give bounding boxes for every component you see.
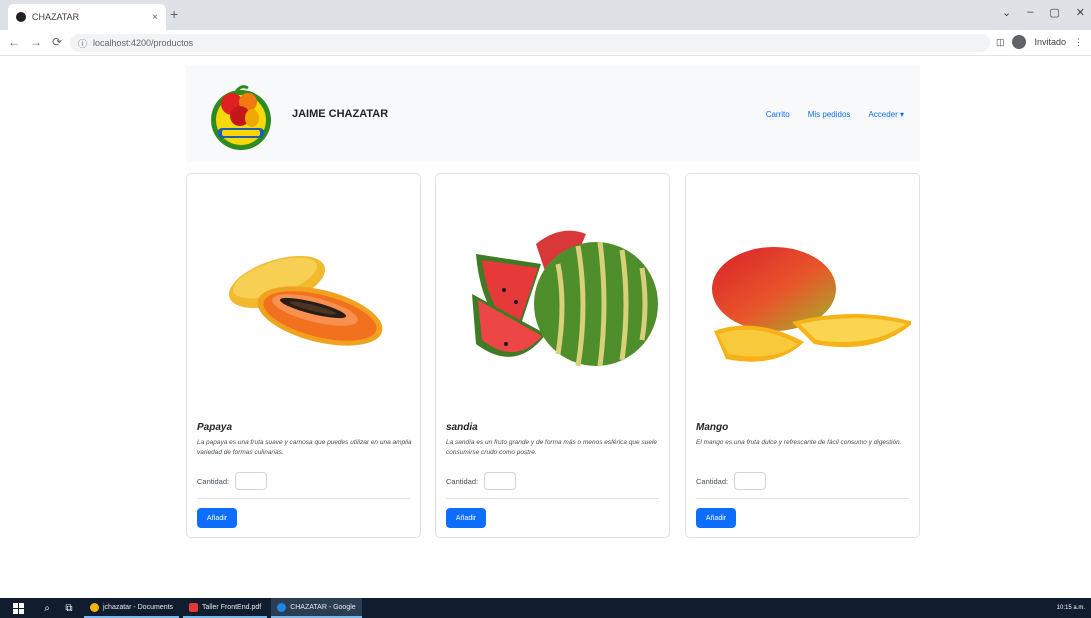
fruits-logo[interactable] [198, 71, 284, 157]
taskbar-app-label: jchazatar - Documents [103, 603, 174, 611]
taskbar-app-label: Taller FrontEnd.pdf [202, 603, 262, 611]
favicon-icon [16, 12, 26, 22]
address-bar-row: ← → ⟳ ⓘ localhost:4200/productos ◫ Invit… [0, 30, 1091, 56]
quantity-input[interactable] [734, 472, 767, 490]
nav-login-dropdown[interactable]: Acceder ▾ [868, 110, 904, 119]
close-window-icon[interactable]: ✕ [1076, 6, 1085, 19]
product-card-papaya: Papaya La papaya es una fruta suave y ca… [186, 173, 421, 538]
product-card-mango: Mango El mango es una fruta dulce y refr… [685, 173, 920, 538]
taskbar-app-pdf[interactable]: Taller FrontEnd.pdf [183, 598, 268, 618]
nav-buttons: ← → ⟳ [8, 35, 62, 49]
quantity-label: Cantidad: [446, 476, 479, 486]
browser-tab-bar: CHAZATAR × + ⌄ – ▢ ✕ [0, 0, 1091, 30]
add-to-cart-button[interactable]: Añadir [696, 508, 736, 528]
mango-image [712, 247, 911, 362]
watermelon-image [472, 230, 658, 367]
quantity-row: Cantidad: [446, 472, 517, 490]
forward-icon[interactable]: → [30, 35, 42, 49]
browser-toolbar-right: ◫ Invitado ⋮ [996, 35, 1083, 49]
taskbar-app-label: CHAZATAR - Google [290, 603, 356, 611]
quantity-row: Cantidad: [696, 472, 767, 490]
nav-links: Carrito Mis pedidos Acceder ▾ [766, 110, 904, 119]
product-name: Mango [696, 422, 729, 433]
card-divider [446, 498, 659, 499]
quantity-label: Cantidad: [197, 476, 230, 486]
minimize-icon[interactable]: – [1027, 6, 1033, 19]
url-text: localhost:4200/productos [93, 38, 194, 48]
taskbar-search-icon[interactable]: ⌕ [36, 603, 58, 614]
new-tab-button[interactable]: + [170, 6, 178, 22]
quantity-row: Cantidad: [197, 472, 268, 490]
window-controls: ⌄ – ▢ ✕ [1002, 6, 1085, 19]
quantity-input[interactable] [484, 472, 517, 490]
product-name: Papaya [197, 422, 233, 433]
sidepanel-icon[interactable]: ◫ [996, 37, 1005, 48]
browser-tab[interactable]: CHAZATAR × [8, 4, 166, 30]
windows-taskbar: ⌕ ⧉ jchazatar - Documents Taller FrontEn… [0, 598, 1091, 618]
url-input[interactable]: ⓘ localhost:4200/productos [70, 34, 990, 52]
product-description: El mango es una fruta dulce y refrescant… [696, 439, 902, 446]
chrome-icon [277, 602, 287, 612]
task-view-icon[interactable]: ⧉ [58, 603, 80, 614]
site-info-icon[interactable]: ⓘ [78, 37, 87, 50]
quantity-label: Cantidad: [696, 476, 729, 486]
tab-title: CHAZATAR [32, 12, 80, 22]
reload-icon[interactable]: ⟳ [52, 35, 62, 49]
maximize-icon[interactable]: ▢ [1049, 6, 1059, 19]
add-to-cart-button[interactable]: Añadir [446, 508, 486, 528]
product-description: La papaya es una fruta suave y carnosa q… [197, 439, 412, 456]
nav-orders-link[interactable]: Mis pedidos [808, 110, 851, 119]
taskbar-clock[interactable]: 10:15 a.m. [1057, 605, 1085, 612]
profile-label[interactable]: Invitado [1034, 37, 1066, 47]
start-button[interactable] [0, 602, 36, 614]
pdf-icon [189, 602, 199, 612]
quantity-input[interactable] [235, 472, 268, 490]
taskbar-app-chrome[interactable]: CHAZATAR - Google [271, 598, 362, 618]
tab-search-icon[interactable]: ⌄ [1002, 6, 1011, 19]
browser-menu-icon[interactable]: ⋮ [1074, 37, 1083, 48]
site-navbar: JAIME CHAZATAR Carrito Mis pedidos Acced… [186, 66, 920, 162]
brand-name[interactable]: JAIME CHAZATAR [292, 108, 388, 120]
taskbar-app-documents[interactable]: jchazatar - Documents [84, 598, 180, 618]
papaya-image [228, 255, 383, 346]
card-divider [197, 498, 410, 499]
product-card-sandia: sandia La sandía es un fruto grande y de… [435, 173, 670, 538]
product-description: La sandía es un fruto grande y de forma … [446, 439, 658, 456]
card-divider [696, 498, 909, 499]
product-name: sandia [446, 422, 478, 433]
tab-close-icon[interactable]: × [152, 12, 158, 23]
back-icon[interactable]: ← [8, 35, 20, 49]
add-to-cart-button[interactable]: Añadir [197, 508, 237, 528]
nav-cart-link[interactable]: Carrito [766, 110, 790, 119]
chrome-icon [90, 602, 99, 612]
profile-avatar-icon[interactable] [1012, 35, 1027, 49]
windows-logo-icon [12, 602, 24, 614]
